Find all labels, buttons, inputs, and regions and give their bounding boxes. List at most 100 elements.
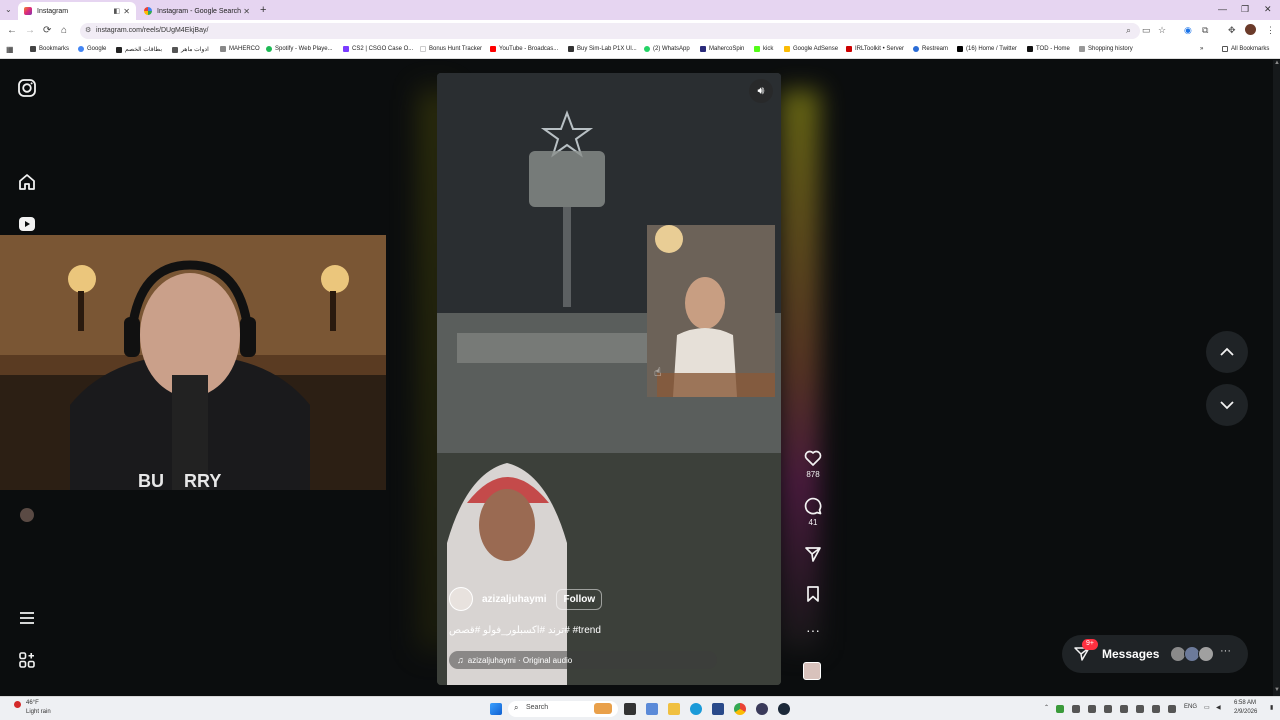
bookmark-item[interactable]: MahercoSpin bbox=[700, 46, 744, 52]
profile-avatar-icon[interactable] bbox=[1245, 24, 1256, 35]
home-icon[interactable]: ⌂ bbox=[61, 25, 67, 36]
close-window-icon[interactable]: ✕ bbox=[1264, 4, 1272, 15]
author-username[interactable]: azizaljuhaymi bbox=[482, 594, 546, 605]
new-tab-icon[interactable]: + bbox=[260, 4, 266, 16]
bookmark-star-icon[interactable]: ☆ bbox=[1158, 25, 1166, 36]
tray-app-icon[interactable] bbox=[1056, 705, 1064, 713]
hand-cursor-icon: ☝︎ bbox=[654, 365, 662, 379]
task-view-icon[interactable] bbox=[624, 703, 636, 715]
share-button[interactable] bbox=[798, 544, 828, 566]
clock-date[interactable]: 2/9/2026 bbox=[1234, 709, 1257, 715]
bookmark-item[interactable]: MAHERCO bbox=[220, 46, 260, 52]
author-avatar[interactable] bbox=[449, 587, 473, 611]
like-count: 878 bbox=[806, 470, 820, 479]
heart-icon bbox=[804, 450, 822, 466]
weather-icon[interactable] bbox=[14, 701, 21, 708]
forward-icon[interactable]: → bbox=[25, 25, 35, 36]
bookmark-item[interactable]: Spotify - Web Playe... bbox=[266, 46, 333, 52]
cast-icon[interactable]: ▭ bbox=[1142, 25, 1151, 36]
tray-app-icon[interactable] bbox=[1120, 705, 1128, 713]
comment-button[interactable]: 41 bbox=[798, 496, 828, 527]
also-from-meta-icon[interactable] bbox=[17, 650, 37, 670]
audio-row[interactable]: ♫ azizaljuhaymi · Original audio bbox=[449, 651, 717, 669]
apps-grid-icon[interactable]: ▦ bbox=[6, 45, 14, 54]
taskbar-search[interactable]: ⌕ Search bbox=[508, 701, 618, 717]
bookmark-item[interactable]: Google AdSense bbox=[784, 46, 838, 52]
bookmark-item[interactable]: kick bbox=[754, 46, 773, 52]
tab-instagram[interactable]: Instagram ◧ ✕ bbox=[18, 2, 136, 20]
audio-thumbnail[interactable] bbox=[803, 662, 821, 680]
previous-reel-button[interactable] bbox=[1206, 331, 1248, 373]
more-options-button[interactable]: ··· bbox=[798, 622, 828, 638]
instagram-logo-icon[interactable] bbox=[17, 78, 37, 98]
bookmark-item[interactable]: (2) WhatsApp bbox=[644, 46, 690, 52]
reload-icon[interactable]: ⟳ bbox=[43, 25, 51, 36]
home-nav-icon[interactable] bbox=[17, 172, 37, 192]
more-menu-icon[interactable] bbox=[17, 608, 37, 628]
messages-button[interactable]: 9+ Messages ··· bbox=[1062, 635, 1248, 673]
bookmark-item[interactable]: بطاقات الخصم bbox=[116, 46, 162, 53]
bookmark-item[interactable]: Restream bbox=[913, 46, 948, 52]
next-reel-button[interactable] bbox=[1206, 384, 1248, 426]
url-input[interactable]: ⚙ instagram.com/reels/DUgM4EkjBay/ bbox=[80, 23, 1140, 39]
tray-overflow-icon[interactable]: ⌃ bbox=[1044, 704, 1049, 711]
extension-icon[interactable]: ◉ bbox=[1184, 25, 1192, 36]
volume-icon[interactable]: ◀︎ bbox=[1216, 704, 1221, 711]
tray-app-icon[interactable] bbox=[1152, 705, 1160, 713]
follow-button[interactable]: Follow bbox=[556, 588, 603, 610]
edge-icon[interactable] bbox=[690, 703, 702, 715]
file-explorer-icon[interactable] bbox=[668, 703, 680, 715]
save-button[interactable] bbox=[798, 584, 828, 606]
tray-app-icon[interactable] bbox=[1104, 705, 1112, 713]
scroll-down-icon[interactable]: ▼ bbox=[1274, 687, 1280, 693]
tray-app-icon[interactable] bbox=[1072, 705, 1080, 713]
bookmark-item[interactable]: ادوات ماهر bbox=[172, 46, 209, 53]
bookmark-item[interactable]: Bonus Hunt Tracker bbox=[420, 46, 482, 52]
clock-time[interactable]: 6:58 AM bbox=[1234, 700, 1256, 706]
start-menu-icon[interactable] bbox=[490, 703, 502, 715]
tray-app-icon[interactable] bbox=[1136, 705, 1144, 713]
steam-icon[interactable] bbox=[778, 703, 790, 715]
like-button[interactable]: 878 bbox=[798, 448, 828, 479]
restore-icon[interactable]: ❐ bbox=[1241, 4, 1249, 15]
reel-caption[interactable]: ترند #اكسبلور_فولو #قصص# #trend bbox=[449, 625, 601, 636]
minimize-icon[interactable]: — bbox=[1218, 4, 1227, 14]
bookmarks-overflow-icon[interactable]: » bbox=[1200, 46, 1203, 52]
bookmark-item[interactable]: Bookmarks bbox=[30, 46, 69, 52]
bookmark-item[interactable]: YouTube - Broadcas... bbox=[490, 46, 558, 52]
chrome-icon[interactable] bbox=[734, 703, 746, 715]
site-info-icon[interactable]: ⚙ bbox=[85, 26, 91, 34]
tab-google-search[interactable]: Instagram - Google Search ✕ bbox=[138, 2, 256, 20]
usb-icon[interactable] bbox=[1168, 705, 1176, 713]
close-tab-icon[interactable]: ✕ bbox=[123, 7, 130, 16]
all-bookmarks-folder[interactable]: All Bookmarks bbox=[1222, 46, 1269, 52]
taskbar-app-icon[interactable] bbox=[712, 703, 724, 715]
bookmark-item[interactable]: (16) Home / Twitter bbox=[957, 46, 1017, 52]
audio-playing-icon[interactable]: ◧ bbox=[113, 7, 120, 15]
bookmark-item[interactable]: IRLToolkit • Server bbox=[846, 46, 904, 52]
tray-app-icon[interactable] bbox=[1088, 705, 1096, 713]
extensions-puzzle-icon[interactable]: ✥ bbox=[1228, 25, 1236, 36]
close-tab-icon[interactable]: ✕ bbox=[243, 7, 250, 16]
taskbar-app-icon[interactable] bbox=[646, 703, 658, 715]
mute-toggle-button[interactable]: 🔊︎ bbox=[749, 79, 773, 103]
bookmark-item[interactable]: TOD - Home bbox=[1027, 46, 1070, 52]
profile-nav-avatar[interactable] bbox=[20, 508, 34, 522]
back-icon[interactable]: ← bbox=[7, 25, 17, 36]
reel-video[interactable]: 🔊︎ azizaljuhaymi Follow ترند #اكسبلور_فو… bbox=[437, 73, 781, 685]
input-language[interactable]: ENG bbox=[1184, 704, 1197, 710]
bookmark-item[interactable]: CS2 | CSGO Case O... bbox=[343, 46, 413, 52]
bookmark-item[interactable]: Buy Sim-Lab P1X Ul... bbox=[568, 46, 637, 52]
bookmark-item[interactable]: Google bbox=[78, 46, 106, 52]
network-icon[interactable]: ▭ bbox=[1204, 704, 1210, 711]
tab-menu-icon[interactable]: ⌄ bbox=[5, 5, 12, 14]
reels-nav-icon[interactable] bbox=[17, 214, 37, 234]
browser-menu-icon[interactable]: ⋮ bbox=[1266, 25, 1275, 36]
page-scrollbar[interactable]: ▲ ▼ bbox=[1273, 60, 1280, 696]
tab-search-icon[interactable]: ⧉ bbox=[1202, 25, 1208, 36]
zoom-icon[interactable]: ⌕ bbox=[1126, 25, 1131, 36]
obs-icon[interactable] bbox=[756, 703, 768, 715]
scroll-up-icon[interactable]: ▲ bbox=[1274, 60, 1280, 66]
notifications-icon[interactable]: ▮ bbox=[1270, 704, 1273, 711]
bookmark-item[interactable]: Shopping history bbox=[1079, 46, 1133, 52]
